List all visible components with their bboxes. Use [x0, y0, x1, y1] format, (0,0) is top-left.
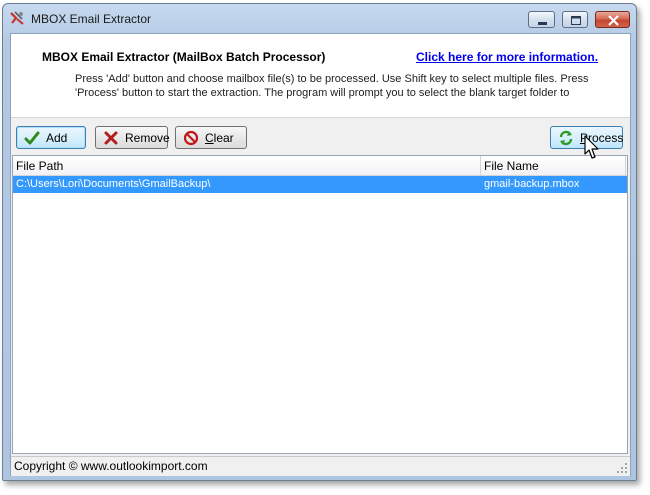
- resize-grip-icon[interactable]: [616, 462, 628, 474]
- maximize-button[interactable]: [562, 11, 588, 28]
- x-icon: [104, 131, 118, 144]
- minimize-icon: [538, 22, 547, 25]
- add-button[interactable]: Add: [16, 126, 86, 149]
- file-name-cell: gmail-backup.mbox: [484, 178, 580, 190]
- file-path-cell: C:\Users\Lori\Documents\GmailBackup\: [16, 178, 211, 190]
- add-button-label: Add: [46, 130, 68, 145]
- list-header: File Path File Name: [13, 156, 627, 176]
- column-divider[interactable]: [625, 156, 626, 175]
- copyright-text: Copyright © www.outlookimport.com: [14, 459, 208, 473]
- minimize-button[interactable]: [528, 11, 555, 28]
- status-bar: Copyright © www.outlookimport.com: [11, 456, 630, 476]
- mouse-cursor-icon: [584, 135, 599, 159]
- instructions-text: Press 'Add' button and choose mailbox fi…: [75, 73, 589, 99]
- app-icon: [10, 11, 24, 25]
- remove-button-label: Remove: [125, 130, 170, 145]
- remove-button[interactable]: Remove: [95, 126, 170, 149]
- clear-label-rest: lear: [213, 130, 234, 145]
- list-item[interactable]: C:\Users\Lori\Documents\GmailBackup\ gma…: [13, 176, 627, 193]
- no-sign-icon: [183, 130, 199, 145]
- maximize-icon: [571, 16, 581, 25]
- header-panel: MBOX Email Extractor (MailBox Batch Proc…: [11, 34, 630, 118]
- column-header-file-name[interactable]: File Name: [484, 159, 539, 173]
- window-title: MBOX Email Extractor: [31, 12, 152, 26]
- column-divider[interactable]: [480, 156, 481, 175]
- file-list[interactable]: File Path File Name C:\Users\Lori\Docume…: [12, 155, 628, 454]
- clear-accelerator: C: [205, 130, 214, 145]
- title-bar[interactable]: MBOX Email Extractor: [3, 4, 636, 34]
- header-title: MBOX Email Extractor (MailBox Batch Proc…: [42, 50, 326, 64]
- app-window: MBOX Email Extractor MBOX Email Extracto…: [2, 3, 637, 481]
- close-icon: [608, 15, 619, 26]
- column-header-file-path[interactable]: File Path: [16, 159, 63, 173]
- refresh-icon: [559, 130, 573, 145]
- clear-button[interactable]: Clear: [175, 126, 247, 149]
- more-info-link[interactable]: Click here for more information.: [416, 50, 598, 64]
- clear-button-label: Clear: [205, 131, 234, 145]
- client-area: MBOX Email Extractor (MailBox Batch Proc…: [10, 33, 631, 476]
- close-button[interactable]: [595, 11, 630, 28]
- checkmark-icon: [24, 131, 40, 144]
